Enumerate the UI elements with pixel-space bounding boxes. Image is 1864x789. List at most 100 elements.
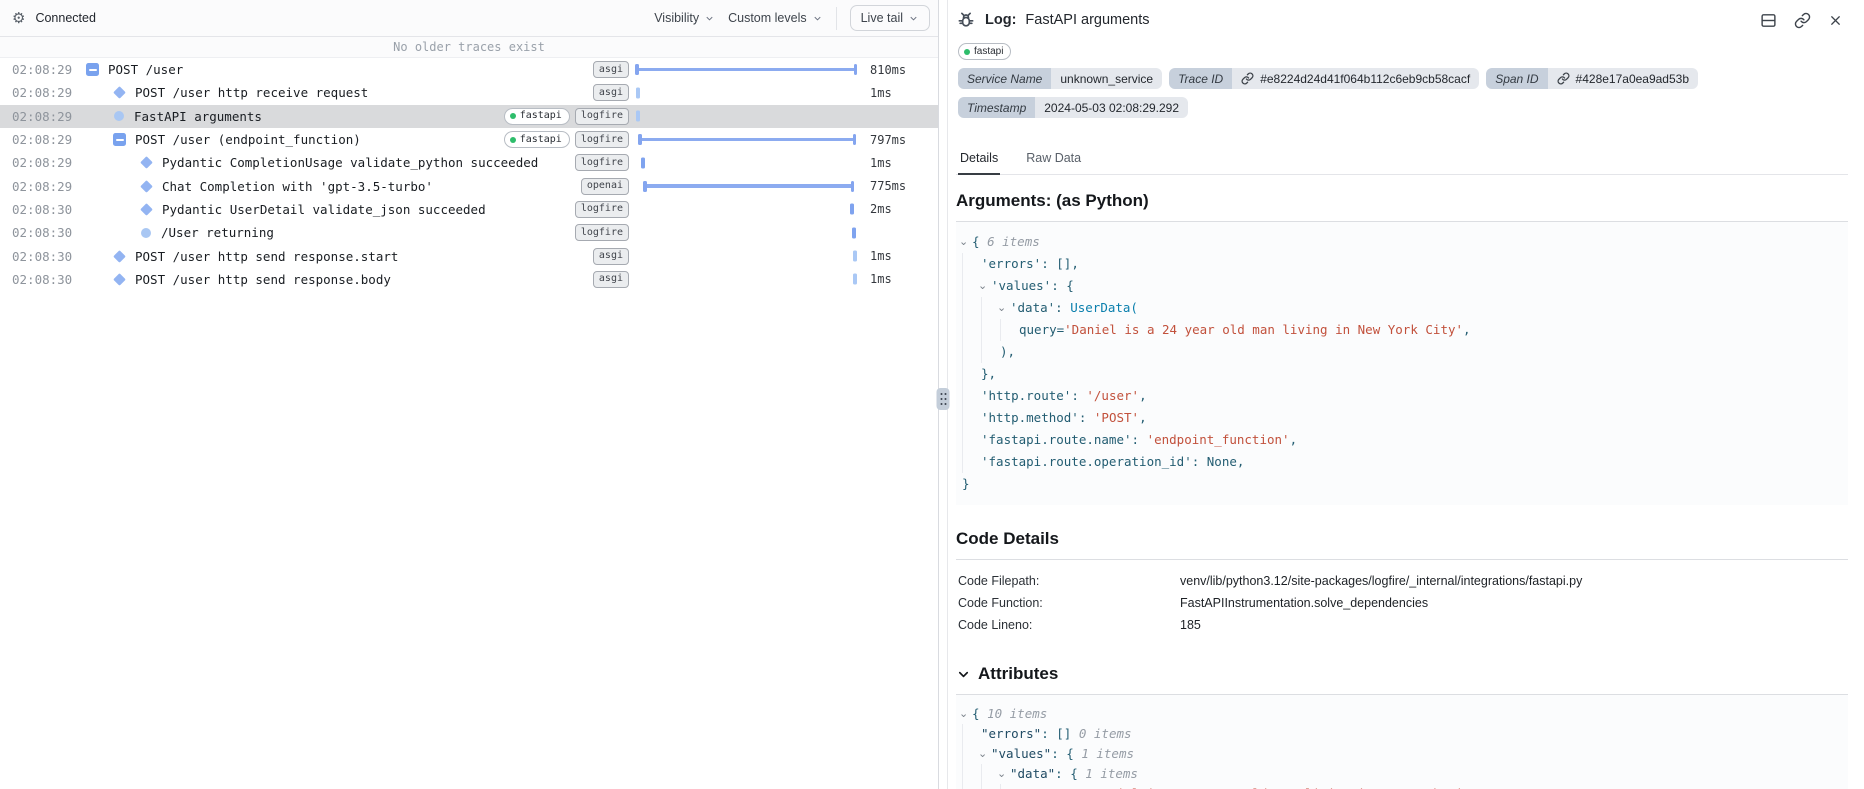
service-tag-fastapi[interactable]: fastapi [958, 43, 1011, 60]
detail-tabs: Details Raw Data [956, 146, 1848, 175]
code-line: 'http.method': 'POST', [962, 407, 1848, 429]
trace-span-label: POST /user (endpoint_function) [135, 132, 361, 147]
trace-span: POST /user http send response.start [86, 249, 593, 264]
collapse-caret-icon[interactable]: ⌄ [978, 275, 991, 297]
code-detail-value: 185 [1180, 614, 1201, 636]
trace-span: POST /user http send response.body [86, 272, 593, 287]
custom-levels-dropdown[interactable]: Custom levels [728, 11, 823, 25]
attributes-section-toggle[interactable]: Attributes [956, 664, 1848, 695]
indent-guide [962, 784, 981, 789]
collapse-caret-icon[interactable]: ⌄ [959, 704, 972, 724]
link-icon [1557, 72, 1570, 85]
span-diamond-icon [113, 250, 126, 263]
code-line: query='Daniel is a 24 year old man livin… [962, 319, 1848, 341]
code-token: 'errors' [981, 253, 1041, 275]
header-divider [836, 7, 837, 30]
code-line: 'fastapi.route.operation_id': None, [962, 451, 1848, 473]
log-circle-icon [141, 228, 151, 238]
scope-badge[interactable]: logfire [575, 201, 629, 218]
trace-span: Pydantic UserDetail validate_json succee… [86, 202, 575, 217]
log-title: Log: FastAPI arguments [956, 10, 1150, 30]
indent-guide [962, 429, 981, 451]
copy-link-icon[interactable] [1794, 12, 1811, 29]
indent-guide [962, 724, 981, 744]
splitter-drag-handle-icon[interactable] [937, 388, 950, 410]
link-icon [1241, 72, 1254, 85]
trace-badges: fastapi logfire [504, 131, 629, 148]
settings-gear-icon[interactable]: ⚙ [12, 11, 25, 26]
trace-row[interactable]: 02:08:29POST /userasgi810ms [0, 58, 938, 81]
duration-track [636, 244, 863, 267]
tab-details[interactable]: Details [958, 146, 1000, 175]
collapse-caret-icon[interactable]: ⌄ [997, 297, 1010, 319]
trace-row[interactable]: 02:08:30POST /user http send response.st… [0, 244, 938, 267]
scope-badge[interactable]: asgi [593, 248, 629, 265]
service-tag-label: fastapi [974, 46, 1003, 58]
collapse-minus-square-icon[interactable] [113, 133, 126, 146]
code-token: "data" [1010, 764, 1055, 784]
service-badge[interactable]: fastapi [504, 131, 570, 148]
scope-badge[interactable]: asgi [593, 84, 629, 101]
scope-badge[interactable]: asgi [593, 61, 629, 78]
span-diamond-icon [113, 273, 126, 286]
duration-tick [850, 204, 854, 215]
live-tail-dropdown[interactable]: Live tail [850, 5, 930, 31]
trace-row[interactable]: 02:08:29Pydantic CompletionUsage validat… [0, 151, 938, 174]
trace-row[interactable]: 02:08:30/User returninglogfire [0, 221, 938, 244]
code-token: } [962, 473, 970, 495]
close-icon[interactable] [1828, 13, 1843, 28]
scope-badge[interactable]: logfire [575, 224, 629, 241]
trace-row[interactable]: 02:08:29POST /user http receive requesta… [0, 81, 938, 104]
trace-span: Pydantic CompletionUsage validate_python… [86, 155, 575, 170]
trace-span-label: /User returning [161, 225, 274, 240]
scope-badge[interactable]: asgi [593, 271, 629, 288]
indent-guide [981, 784, 1000, 789]
trace-timestamp: 02:08:30 [0, 272, 86, 287]
collapse-caret-icon[interactable]: ⌄ [997, 764, 1010, 784]
badge-label: Timestamp [958, 97, 1035, 118]
code-token: 'fastapi.route.name' [981, 429, 1132, 451]
duration-tick [852, 227, 856, 238]
service-badge[interactable]: fastapi [504, 108, 570, 125]
collapse-minus-square-icon[interactable] [86, 63, 99, 76]
trace-row[interactable]: 02:08:30POST /user http send response.bo… [0, 268, 938, 291]
scope-badge[interactable]: logfire [575, 108, 629, 125]
collapse-caret-icon[interactable]: ⌄ [959, 231, 972, 253]
trace-row[interactable]: 02:08:30Pydantic UserDetail validate_jso… [0, 198, 938, 221]
scope-badge[interactable]: openai [581, 178, 629, 195]
scope-badge[interactable]: logfire [575, 131, 629, 148]
code-token: query= [1019, 319, 1064, 341]
code-token: : [1055, 297, 1070, 319]
trace-span-label: POST /user http receive request [135, 85, 368, 100]
log-title-text: FastAPI arguments [1025, 12, 1149, 28]
trace-row[interactable]: 02:08:29Chat Completion with 'gpt-3.5-tu… [0, 174, 938, 197]
trace-id-badge[interactable]: Trace ID #e8224d24d41f064b112c6eb9cb58ca… [1169, 68, 1479, 89]
scope-badge[interactable]: logfire [575, 154, 629, 171]
chevron-down-icon [704, 13, 715, 24]
trace-row[interactable]: 02:08:29POST /user (endpoint_function)fa… [0, 128, 938, 151]
trace-span-label: POST /user [108, 62, 183, 77]
code-line: ⌄"values": { 1 items [962, 744, 1848, 764]
indent-guide [962, 253, 981, 275]
visibility-dropdown[interactable]: Visibility [654, 11, 715, 25]
collapse-caret-icon[interactable]: ⌄ [978, 744, 991, 764]
duration-label: 1ms [863, 86, 938, 100]
code-line: ⌄{ 10 items [962, 704, 1848, 724]
code-token: 'http.route' [981, 385, 1071, 407]
connection-status: Connected [35, 11, 95, 25]
split-view-icon[interactable] [1760, 12, 1777, 29]
green-dot-icon [964, 49, 970, 55]
code-details-section-title: Code Details [956, 529, 1848, 560]
code-token: : { [1051, 744, 1081, 764]
tab-raw-data[interactable]: Raw Data [1024, 146, 1083, 175]
trace-row[interactable]: 02:08:29FastAPI argumentsfastapilogfire [0, 105, 938, 128]
indent-guide [1000, 319, 1019, 341]
code-detail-value: venv/lib/python3.12/site-packages/logfir… [1180, 570, 1582, 592]
code-token: '/user' [1086, 385, 1139, 407]
trace-badges: asgi [593, 61, 629, 78]
code-token: , [1139, 407, 1147, 429]
code-token: 'values' [991, 275, 1051, 297]
code-token: "errors" [981, 724, 1041, 744]
duration-bar [639, 138, 855, 142]
span-id-badge[interactable]: Span ID #428e17a0ea9ad53b [1486, 68, 1698, 89]
